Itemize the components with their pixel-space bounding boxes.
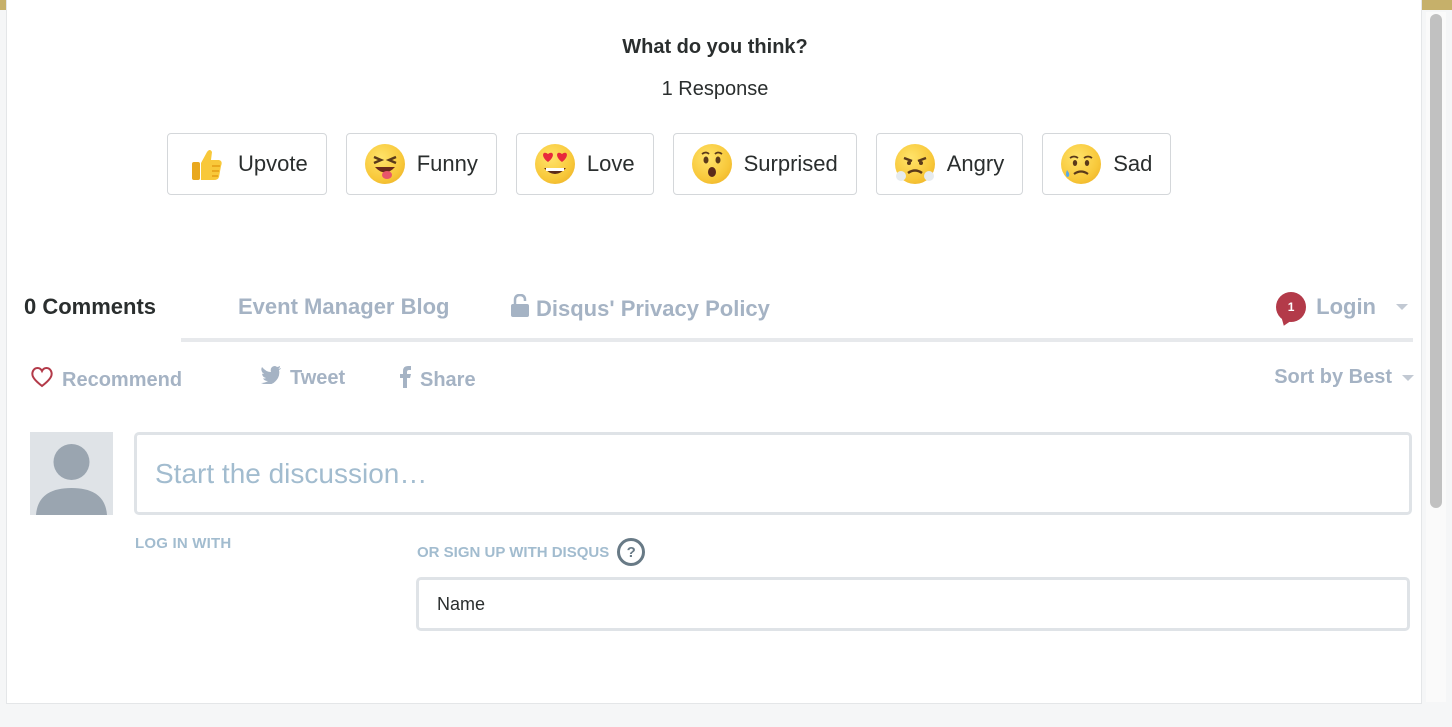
reaction-angry-label: Angry [946, 151, 1005, 176]
comment-input-placeholder: Start the discussion… [155, 457, 428, 489]
sort-dropdown[interactable]: Sort by Best [1274, 366, 1414, 389]
disqus-embed-frame: What do you think? 1 Response Upvote Fun… [6, 0, 1422, 704]
scrollbar[interactable] [1426, 12, 1446, 702]
scrollbar-thumb[interactable] [1430, 14, 1442, 508]
reaction-angry-button[interactable]: Angry [875, 133, 1024, 195]
reaction-love-button[interactable]: Love [515, 133, 654, 195]
discussion-nav: 0 Comments Event Manager Blog Disqus' Pr… [24, 290, 1422, 330]
angry-face-icon [894, 144, 935, 184]
share-label: Share [420, 368, 476, 391]
reaction-upvote-button[interactable]: Upvote [167, 133, 327, 195]
recommend-label: Recommend [62, 368, 183, 391]
login-menu[interactable]: 1 Login [1276, 292, 1408, 322]
reaction-love-label: Love [586, 151, 635, 176]
reactions-title: What do you think? [622, 36, 808, 58]
privacy-policy-link[interactable]: Disqus' Privacy Policy [510, 293, 770, 324]
reaction-surprised-button[interactable]: Surprised [672, 133, 857, 195]
recommend-button[interactable]: Recommend [30, 366, 182, 394]
tweet-label: Tweet [290, 366, 346, 389]
reaction-sad-label: Sad [1113, 151, 1153, 176]
heart-eyes-icon [534, 144, 575, 184]
help-icon[interactable]: ? [617, 538, 646, 566]
heart-icon [30, 366, 54, 394]
name-field[interactable]: Name [416, 577, 1410, 631]
signup-with-disqus: OR SIGN UP WITH DISQUS ? [417, 538, 646, 566]
surprised-face-icon [691, 144, 732, 184]
reactions-bar: Upvote Funny Love Surprised Angry Sad [167, 133, 1172, 195]
share-button[interactable]: Share [398, 366, 476, 394]
nav-divider [181, 338, 1413, 342]
privacy-policy-label: Disqus' Privacy Policy [536, 296, 770, 321]
name-field-placeholder: Name [437, 593, 486, 614]
community-link[interactable]: Event Manager Blog [238, 294, 449, 320]
notification-badge: 1 [1276, 292, 1307, 322]
thread-actions: Recommend Tweet Share Sort by Best [30, 366, 1414, 396]
reaction-upvote-label: Upvote [238, 151, 308, 176]
signup-with-label: OR SIGN UP WITH DISQUS [417, 543, 610, 561]
comment-input[interactable]: Start the discussion… [134, 432, 1412, 515]
reaction-funny-button[interactable]: Funny [345, 133, 497, 195]
reaction-sad-button[interactable]: Sad [1042, 133, 1172, 195]
reactions-count: 1 Response [661, 78, 769, 100]
comments-count-tab[interactable]: 0 Comments [24, 294, 156, 320]
funny-face-icon [364, 144, 405, 184]
chevron-down-icon [1396, 304, 1408, 310]
reaction-funny-label: Funny [416, 151, 478, 176]
sort-label: Sort by Best [1274, 366, 1392, 388]
login-label: Login [1316, 294, 1376, 319]
tweet-button[interactable]: Tweet [260, 366, 345, 390]
facebook-icon [398, 366, 412, 394]
twitter-icon [260, 366, 282, 390]
reaction-surprised-label: Surprised [743, 151, 838, 176]
sad-face-icon [1061, 144, 1102, 184]
thumbs-up-icon [186, 144, 226, 184]
login-with-label: LOG IN WITH [135, 535, 232, 552]
lock-icon [510, 293, 530, 324]
chevron-down-icon [1402, 374, 1414, 381]
avatar [30, 432, 113, 515]
